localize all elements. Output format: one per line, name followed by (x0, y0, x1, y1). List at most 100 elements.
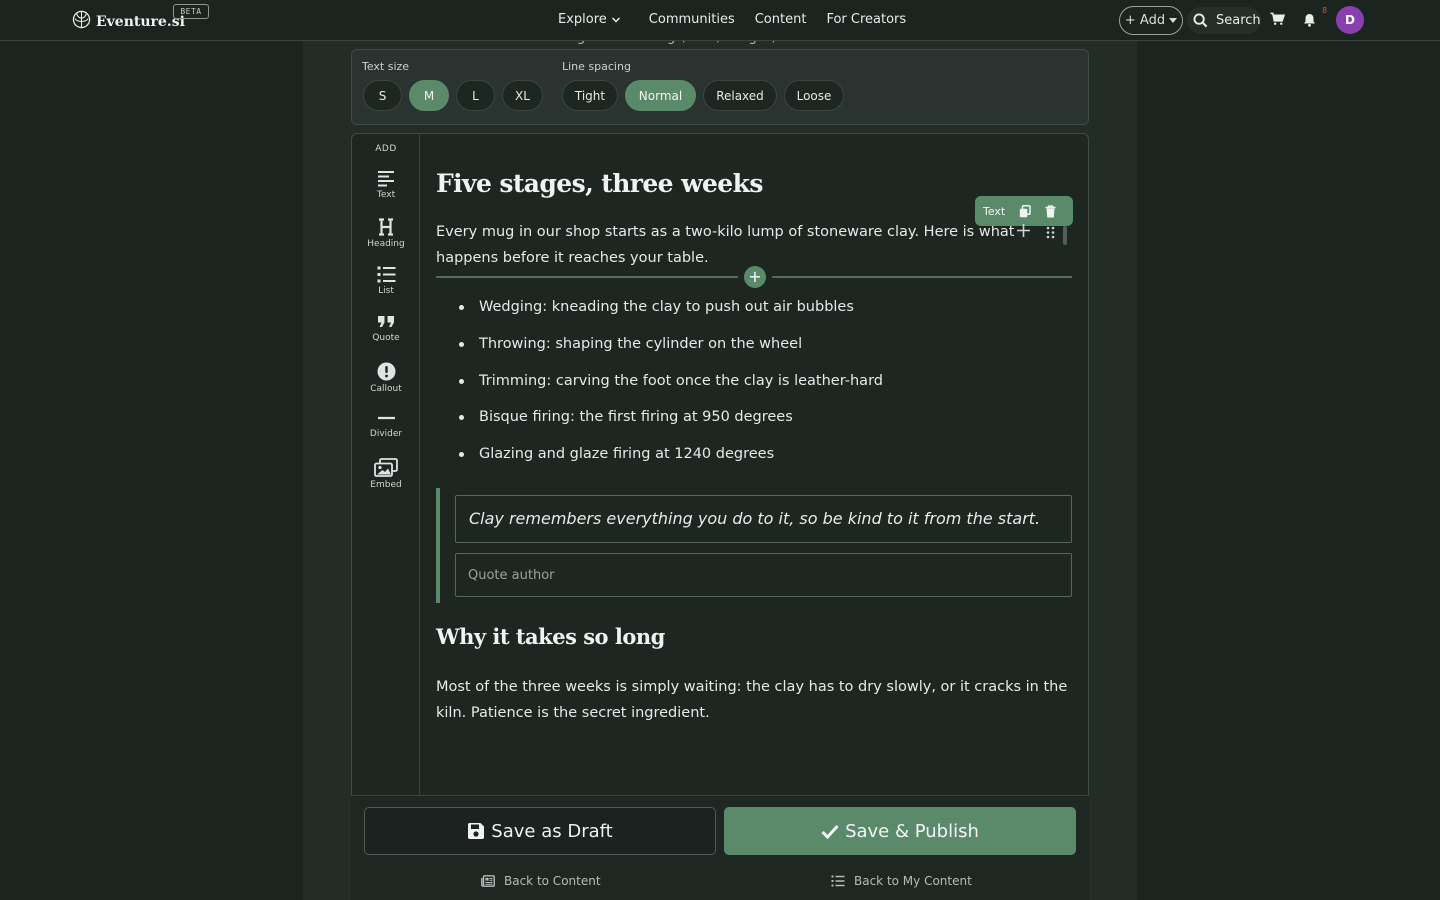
trash-icon[interactable] (1045, 204, 1056, 218)
drag-handle-icon[interactable] (1046, 226, 1055, 239)
nav-link-label: Communities (648, 12, 735, 27)
images-icon (374, 458, 398, 477)
line-spacing-loose-button[interactable]: Loose (784, 80, 844, 111)
text-size-l-button[interactable]: L (456, 80, 495, 111)
heading-icon (379, 218, 393, 236)
text-size-xl-button[interactable]: XL (502, 80, 543, 111)
quote-text-field[interactable]: Clay remembers everything you do to it, … (455, 495, 1072, 543)
nav-link-communities[interactable]: Communities (649, 12, 735, 27)
heading-2-block[interactable]: Why it takes so long (436, 624, 665, 649)
insert-block-line: + (436, 266, 1072, 288)
logo[interactable]: Eventure.si (72, 9, 185, 30)
add-divider-block-button[interactable]: Divider (352, 416, 420, 439)
add-heading-block-button[interactable]: Heading (352, 218, 420, 249)
duplicate-icon[interactable] (1019, 204, 1031, 218)
text-size-m-button[interactable]: M (409, 80, 449, 111)
save-draft-label: Save as Draft (491, 820, 613, 842)
text-size-options: S M L XL (363, 80, 550, 111)
bell-icon[interactable] (1303, 13, 1316, 27)
add-button[interactable]: + Add (1119, 6, 1183, 35)
chevron-down-icon (611, 16, 620, 23)
search-icon (1193, 13, 1208, 28)
line-spacing-label: Line spacing (562, 60, 631, 73)
heading-1-block[interactable]: Five stages, three weeks (436, 169, 763, 198)
main-nav: Explore Communities Content For Creators (558, 12, 926, 27)
add-button-label: + Add (1124, 13, 1166, 28)
floppy-disk-icon (468, 823, 485, 839)
intro-paragraph-block[interactable]: Every mug in our shop starts as a two-ki… (436, 219, 1016, 271)
list-block[interactable]: Wedging: kneading the clay to push out a… (436, 294, 883, 478)
list-item[interactable]: Bisque firing: the first firing at 950 d… (436, 404, 883, 441)
line-spacing-tight-button[interactable]: Tight (562, 80, 618, 111)
tool-label: Embed (370, 480, 402, 490)
tool-label: Callout (370, 384, 402, 394)
tool-label: Heading (367, 239, 405, 249)
block-resize-bar (1063, 226, 1067, 245)
block-editor: ADD Text Heading List Quote Callout Divi… (351, 133, 1089, 900)
nav-link-label: Explore (558, 12, 607, 27)
add-block-rail: ADD Text Heading List Quote Callout Divi… (352, 134, 420, 900)
line-spacing-normal-button[interactable]: Normal (625, 80, 696, 111)
logo-mark-icon (72, 10, 91, 29)
back-to-content-label: Back to Content (504, 874, 601, 888)
line-spacing-relaxed-button[interactable]: Relaxed (703, 80, 777, 111)
logo-text: Eventure.si (96, 14, 185, 30)
list-item[interactable]: Trimming: carving the foot once the clay… (436, 368, 883, 405)
avatar[interactable]: D (1336, 6, 1364, 34)
add-quote-block-button[interactable]: Quote (352, 315, 420, 343)
quote-icon (378, 316, 394, 327)
add-embed-block-button[interactable]: Embed (352, 458, 420, 490)
caret-down-icon (1169, 18, 1178, 23)
list-icon (831, 875, 845, 887)
add-callout-block-button[interactable]: Callout (352, 362, 420, 394)
list-item[interactable]: Glazing and glaze firing at 1240 degrees (436, 441, 883, 478)
nav-link-for-creators[interactable]: For Creators (826, 12, 906, 27)
callout-icon (377, 362, 395, 381)
line-spacing-options: Tight Normal Relaxed Loose (562, 80, 851, 111)
search-label: Search (1216, 13, 1261, 28)
list-icon (377, 266, 395, 283)
list-item[interactable]: Throwing: shaping the cylinder on the wh… (436, 331, 883, 368)
tool-label: Text (376, 190, 396, 200)
add-below-plus-icon[interactable] (1017, 224, 1030, 237)
avatar-initial: D (1345, 13, 1355, 27)
nav-link-label: Content (754, 12, 807, 27)
back-to-content-link[interactable]: Back to Content (481, 874, 601, 888)
save-draft-button[interactable]: Save as Draft (364, 807, 716, 855)
notification-count-badge: 8 (1322, 6, 1328, 15)
add-text-block-button[interactable]: Text (352, 170, 420, 200)
tool-label: Quote (372, 333, 400, 343)
search-button[interactable]: Search (1187, 7, 1261, 34)
list-item[interactable]: Wedging: kneading the clay to push out a… (436, 294, 883, 331)
back-to-my-content-label: Back to My Content (854, 874, 972, 888)
quote-author-input[interactable] (455, 553, 1072, 597)
insert-line-left (436, 276, 738, 278)
insert-line-right (772, 276, 1072, 278)
tool-label: List (378, 286, 394, 296)
top-navbar: Eventure.si BETA Explore Communities Con… (0, 0, 1440, 41)
newspaper-icon (481, 875, 495, 887)
add-rail-title: ADD (375, 144, 397, 154)
text-icon (378, 171, 394, 187)
block-type-label: Text (983, 204, 1006, 218)
save-publish-button[interactable]: Save & Publish (724, 807, 1076, 855)
add-list-block-button[interactable]: List (352, 266, 420, 296)
save-publish-label: Save & Publish (845, 820, 979, 842)
insert-block-plus-button[interactable]: + (744, 266, 766, 288)
closing-paragraph-block[interactable]: Most of the three weeks is simply waitin… (436, 674, 1072, 726)
format-panel: Text size S M L XL Line spacing Tight No… (351, 49, 1089, 125)
save-action-bar: Save as Draft Save & Publish Back to Con… (351, 795, 1089, 900)
beta-badge: BETA (173, 4, 209, 19)
nav-link-explore[interactable]: Explore (558, 12, 621, 27)
nav-link-label: For Creators (826, 12, 907, 27)
quote-accent-bar (436, 488, 440, 603)
divider-icon (377, 416, 395, 420)
tool-label: Divider (369, 429, 403, 439)
cart-icon[interactable] (1270, 12, 1285, 26)
block-toolbar: Text (975, 196, 1073, 226)
nav-link-content[interactable]: Content (755, 12, 807, 27)
checkmark-icon (821, 824, 839, 839)
text-size-label: Text size (362, 60, 410, 73)
text-size-s-button[interactable]: S (363, 80, 402, 111)
back-to-my-content-link[interactable]: Back to My Content (831, 874, 972, 888)
